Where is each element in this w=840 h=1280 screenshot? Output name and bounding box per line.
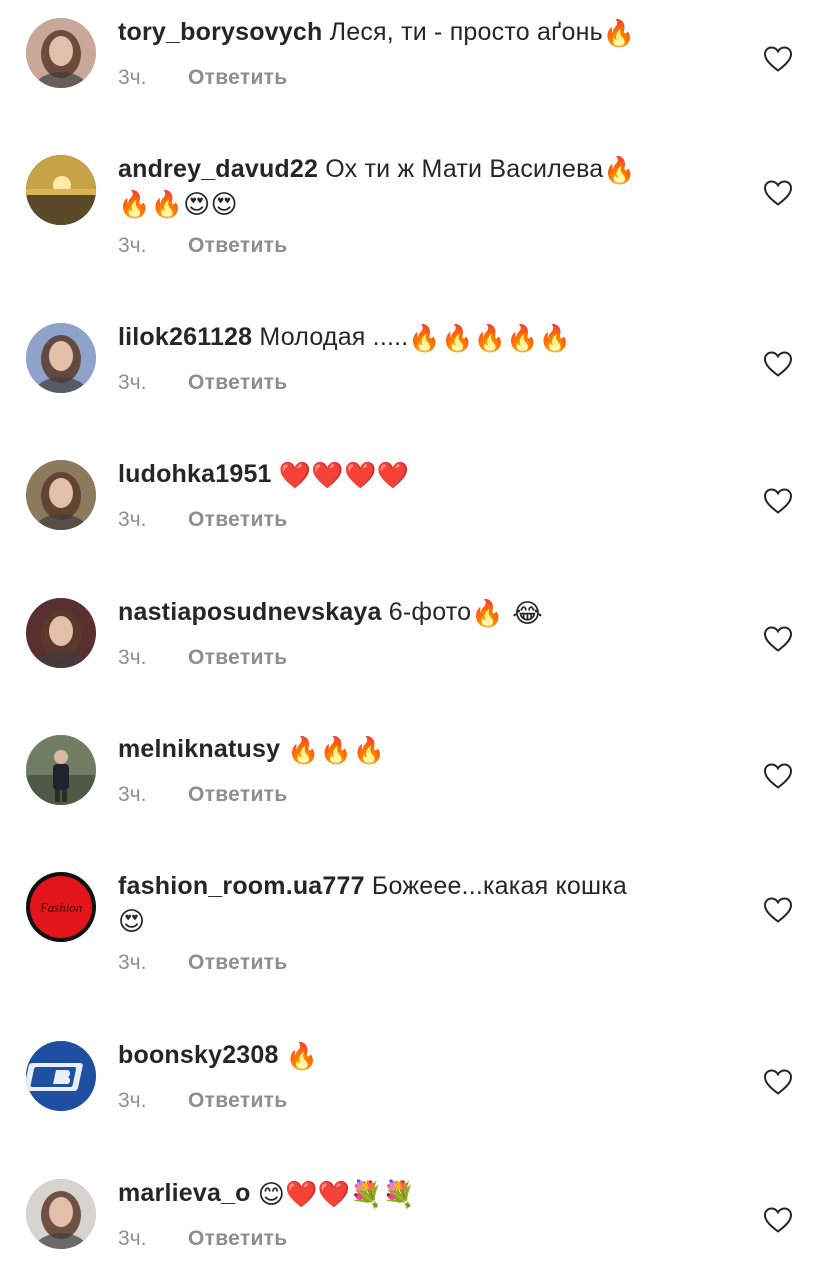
comment-text: Молодая ..... — [259, 323, 409, 351]
comment-meta: 3ч. Ответить — [118, 783, 287, 807]
comment-emoji: 🔥 — [602, 19, 636, 49]
avatar[interactable] — [26, 735, 96, 805]
comment-text: 6-фото — [388, 598, 472, 626]
comment-emoji: 😍 — [118, 907, 146, 937]
avatar[interactable] — [26, 460, 96, 530]
reply-button[interactable]: Ответить — [188, 1227, 287, 1250]
comment-text-line: lilok261128 Молодая .....🔥🔥🔥🔥🔥 — [118, 320, 708, 356]
comment-username[interactable]: marlieva_o — [118, 1179, 251, 1207]
heart-outline-icon[interactable] — [763, 1068, 793, 1096]
comment-text-line: tory_borysovych Леся, ти - просто аґонь🔥 — [118, 15, 708, 51]
avatar-logo-text: Fashion — [39, 900, 83, 915]
comment-meta: 3ч. Ответить — [118, 371, 287, 395]
heart-outline-icon[interactable] — [763, 625, 793, 653]
comment-text-line: nastiaposudnevskaya 6-фото🔥 😂 — [118, 595, 708, 631]
avatar[interactable] — [26, 18, 96, 88]
reply-button[interactable]: Ответить — [188, 783, 287, 806]
comment-timestamp: 3ч. — [118, 646, 147, 669]
reply-button[interactable]: Ответить — [188, 371, 287, 394]
comment-emoji: 🔥 — [285, 1042, 319, 1072]
comment-meta: 3ч. Ответить — [118, 951, 287, 975]
comment-emoji: 🔥🔥🔥🔥🔥 — [408, 324, 572, 354]
heart-outline-icon[interactable] — [763, 45, 793, 73]
comment-meta: 3ч. Ответить — [118, 1089, 287, 1113]
heart-outline-icon[interactable] — [763, 350, 793, 378]
avatar[interactable]: Fashion — [26, 872, 96, 942]
comment-meta: 3ч. Ответить — [118, 66, 287, 90]
comment-timestamp: 3ч. — [118, 1089, 147, 1112]
comment-username[interactable]: andrey_davud22 — [118, 155, 318, 183]
comment-text-line: melniknatusy 🔥🔥🔥 — [118, 732, 708, 768]
avatar[interactable] — [26, 323, 96, 393]
comment-username[interactable]: fashion_room.ua777 — [118, 872, 365, 900]
avatar[interactable] — [26, 155, 96, 225]
comment-text-line: marlieva_o 😊❤️❤️💐💐 — [118, 1176, 708, 1212]
comment-text-line: andrey_davud22 Ох ти ж Мати Василева🔥 — [118, 152, 708, 188]
avatar[interactable] — [26, 1179, 96, 1249]
comment-meta: 3ч. Ответить — [118, 646, 287, 670]
heart-outline-icon[interactable] — [763, 179, 793, 207]
comment-text-line: fashion_room.ua777 Божеее...какая кошка — [118, 869, 708, 903]
comment-text-line-2: 🔥🔥😍😍 — [118, 186, 708, 222]
comment-text-line: ludohka1951 ❤️❤️❤️❤️ — [118, 457, 708, 493]
comment-text: Божеее...какая кошка — [371, 872, 628, 900]
comment-emoji: 🔥🔥🔥 — [287, 736, 386, 766]
comments-list: tory_borysovych Леся, ти - просто аґонь🔥… — [0, 0, 840, 1280]
avatar[interactable] — [26, 598, 96, 668]
comment-emoji: 🔥🔥😍😍 — [118, 190, 238, 220]
comment-timestamp: 3ч. — [118, 951, 147, 974]
comment-username[interactable]: ludohka1951 — [118, 460, 272, 488]
heart-outline-icon[interactable] — [763, 1206, 793, 1234]
comment-username[interactable]: nastiaposudnevskaya — [118, 598, 382, 626]
comment-text: Леся, ти - просто аґонь — [329, 18, 603, 46]
avatar[interactable] — [26, 1041, 96, 1111]
heart-outline-icon[interactable] — [763, 487, 793, 515]
comment-username[interactable]: lilok261128 — [118, 323, 252, 351]
comment-meta: 3ч. Ответить — [118, 1227, 287, 1251]
comment-emoji: ❤️❤️❤️❤️ — [278, 461, 410, 491]
reply-button[interactable]: Ответить — [188, 1089, 287, 1112]
reply-button[interactable]: Ответить — [188, 951, 287, 974]
comment-text-line: boonsky2308 🔥 — [118, 1038, 708, 1074]
comment-text-line-2: 😍 — [118, 903, 708, 939]
comment-text: Ох ти ж Мати Василева — [325, 155, 604, 183]
comment-timestamp: 3ч. — [118, 371, 147, 394]
comment-username[interactable]: melniknatusy — [118, 735, 280, 763]
comment-emoji: 😊❤️❤️💐💐 — [257, 1180, 416, 1210]
comment-timestamp: 3ч. — [118, 66, 147, 89]
comment-timestamp: 3ч. — [118, 508, 147, 531]
comment-username[interactable]: boonsky2308 — [118, 1041, 279, 1069]
comment-username[interactable]: tory_borysovych — [118, 18, 322, 46]
comment-emoji: 🔥 😂 — [471, 599, 543, 629]
heart-outline-icon[interactable] — [763, 896, 793, 924]
reply-button[interactable]: Ответить — [188, 234, 287, 257]
reply-button[interactable]: Ответить — [188, 508, 287, 531]
comment-meta: 3ч. Ответить — [118, 234, 287, 258]
reply-button[interactable]: Ответить — [188, 66, 287, 89]
reply-button[interactable]: Ответить — [188, 646, 287, 669]
comment-timestamp: 3ч. — [118, 783, 147, 806]
heart-outline-icon[interactable] — [763, 762, 793, 790]
comment-timestamp: 3ч. — [118, 1227, 147, 1250]
comment-emoji: 🔥 — [603, 156, 636, 186]
comment-meta: 3ч. Ответить — [118, 508, 287, 532]
comment-timestamp: 3ч. — [118, 234, 147, 257]
